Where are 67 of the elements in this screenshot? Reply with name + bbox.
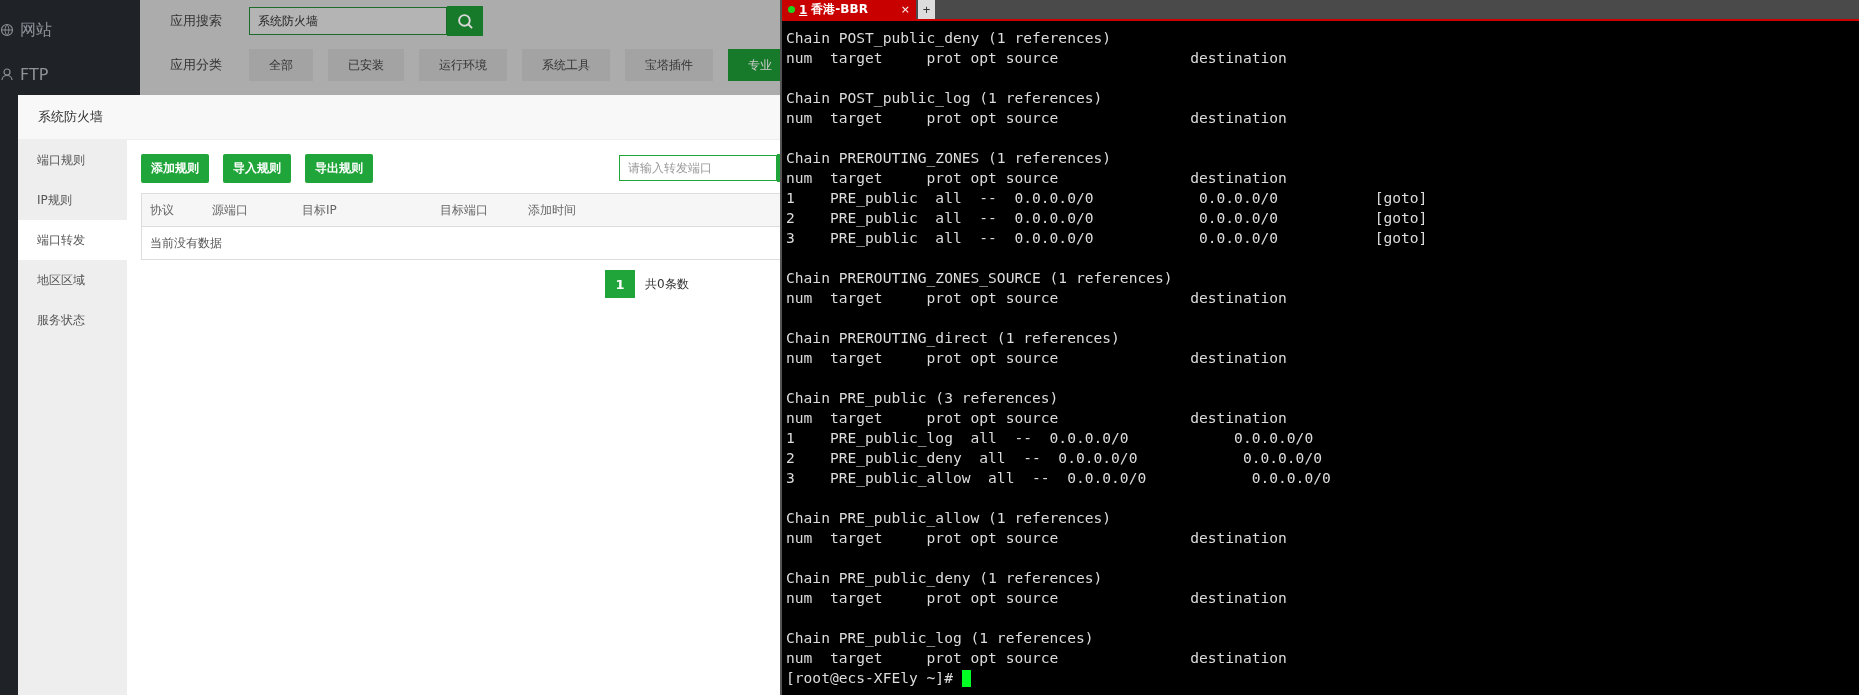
terminal-line: num target prot opt source destination xyxy=(786,48,1288,68)
nav-item[interactable]: 地区区域 xyxy=(18,260,127,300)
column-header: 协议 xyxy=(149,201,175,219)
sidebar-item[interactable]: 网站 xyxy=(0,8,140,52)
page-button[interactable]: 1 xyxy=(605,270,635,298)
column-header: 添加时间 xyxy=(527,201,577,219)
close-icon[interactable]: × xyxy=(900,3,910,16)
terminal-line: Chain PRE_public_log (1 references) xyxy=(786,628,1095,648)
terminal-line: 2 PRE_public_deny all -- 0.0.0.0/0 0.0.0.0/0 xyxy=(786,448,1323,468)
nav-item[interactable]: 端口规则 xyxy=(18,140,127,180)
page-summary: 共0条数 xyxy=(644,275,689,293)
tab-title: 香港-BBR xyxy=(811,1,868,18)
terminal-line: 3 PRE_public all -- 0.0.0.0/0 0.0.0.0/0 [goto] xyxy=(786,228,1429,248)
column-header: 源端口 xyxy=(211,201,249,219)
category-button[interactable]: 全部 xyxy=(249,49,313,81)
globe-icon xyxy=(0,23,14,37)
terminal-line: num target prot opt source destination xyxy=(786,408,1288,428)
terminal-line: 1 PRE_public_log all -- 0.0.0.0/0 0.0.0.0/0 xyxy=(786,428,1315,448)
rule-button[interactable]: 导入规则 xyxy=(223,153,291,183)
category-label: 应用分类 xyxy=(170,56,223,74)
dialog-title: 系统防火墙 xyxy=(18,95,780,140)
user-icon xyxy=(0,67,14,81)
nav-item[interactable]: IP规则 xyxy=(18,180,127,220)
session-tab[interactable]: 1 香港-BBR × xyxy=(782,0,916,19)
terminal-line: num target prot opt source destination xyxy=(786,588,1288,608)
category-button[interactable]: 宝塔插件 xyxy=(625,49,713,81)
terminal-line: num target prot opt source destination xyxy=(786,648,1288,668)
sidebar-label: FTP xyxy=(20,64,49,84)
search-field[interactable]: 系统防火墙 xyxy=(249,7,447,35)
terminal-line: Chain PRE_public_allow (1 references) xyxy=(786,508,1113,528)
terminal-line: Chain PRE_public_deny (1 references) xyxy=(786,568,1104,588)
terminal-prompt: [root@ecs-XFEly ~]# xyxy=(786,668,953,688)
search-button[interactable] xyxy=(447,6,483,36)
terminal-line: Chain PREROUTING_direct (1 references) xyxy=(786,328,1121,348)
terminal-line: 1 PRE_public all -- 0.0.0.0/0 0.0.0.0/0 [goto] xyxy=(786,188,1429,208)
new-tab-button[interactable]: + xyxy=(918,0,935,19)
terminal-line: Chain POST_public_log (1 references) xyxy=(786,88,1104,108)
sidebar-item[interactable]: FTP xyxy=(0,52,140,96)
terminal-line: Chain POST_public_deny (1 references) xyxy=(786,28,1113,48)
terminal-line: num target prot opt source destination xyxy=(786,528,1288,548)
category-button[interactable]: 专业 xyxy=(728,49,780,81)
terminal-line: num target prot opt source destination xyxy=(786,108,1288,128)
category-button[interactable]: 运行环境 xyxy=(419,49,507,81)
empty-message: 当前没有数据 xyxy=(150,236,222,250)
terminal-line: 3 PRE_public_allow all -- 0.0.0.0/0 0.0.0.0/0 xyxy=(786,468,1332,488)
terminal-line: num target prot opt source destination xyxy=(786,348,1288,368)
tab-number: 1 xyxy=(799,2,808,17)
terminal-line: Chain PRE_public (3 references) xyxy=(786,388,1060,408)
terminal-line: num target prot opt source destination xyxy=(786,168,1288,188)
sidebar-label: 网站 xyxy=(20,19,52,41)
status-dot-icon xyxy=(788,6,795,13)
nav-item[interactable]: 服务状态 xyxy=(18,300,127,340)
search-icon xyxy=(456,12,474,30)
cursor xyxy=(961,669,971,687)
rule-button[interactable]: 添加规则 xyxy=(141,153,209,183)
column-header: 目标IP xyxy=(301,201,338,219)
rule-button[interactable]: 导出规则 xyxy=(305,153,373,183)
category-button[interactable]: 系统工具 xyxy=(522,49,610,81)
port-search-field[interactable]: 请输入转发端口 xyxy=(619,155,777,181)
terminal-line: 2 PRE_public all -- 0.0.0.0/0 0.0.0.0/0 [goto] xyxy=(786,208,1429,228)
nav-item[interactable]: 端口转发 xyxy=(18,220,127,260)
category-button[interactable]: 已安装 xyxy=(328,49,404,81)
terminal-line: Chain PREROUTING_ZONES_SOURCE (1 references) xyxy=(786,268,1174,288)
terminal-line: Chain PREROUTING_ZONES (1 references) xyxy=(786,148,1113,168)
search-label: 应用搜索 xyxy=(170,12,223,30)
terminal-line: num target prot opt source destination xyxy=(786,288,1288,308)
column-header: 目标端口 xyxy=(439,201,489,219)
